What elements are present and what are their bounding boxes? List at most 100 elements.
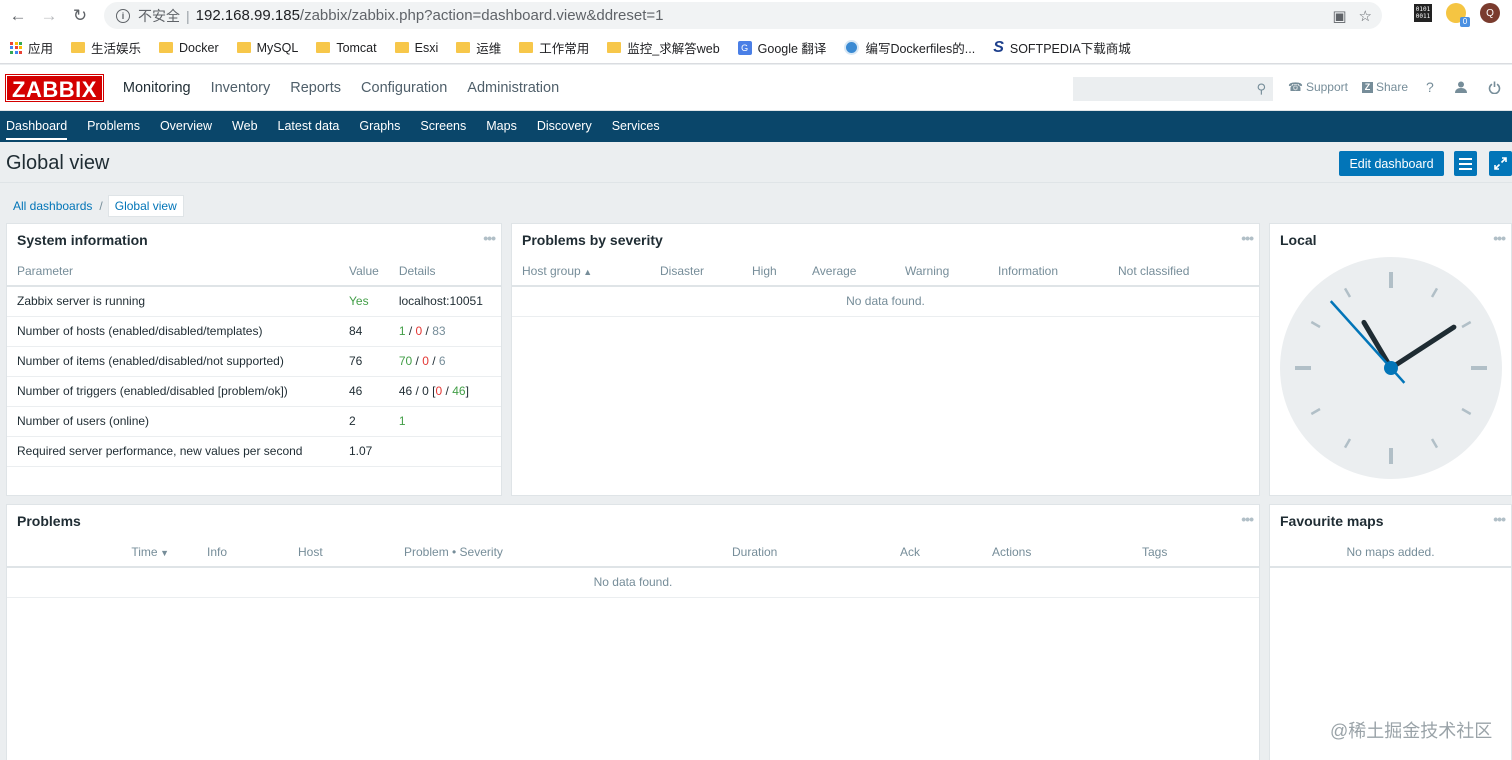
column-header-host-group[interactable]: Host group xyxy=(512,256,650,287)
monitoring-submenu: Dashboard Problems Overview Web Latest d… xyxy=(0,111,1512,142)
column-header: High xyxy=(742,256,802,287)
bookmark-label: 生活娱乐 xyxy=(91,42,142,56)
address-bar[interactable]: i 不安全 | 192.168.99.185/zabbix/zabbix.php… xyxy=(104,2,1382,29)
table-row: No data found. xyxy=(512,286,1259,317)
submenu-services[interactable]: Services xyxy=(612,111,660,142)
submenu-screens[interactable]: Screens xyxy=(420,111,466,142)
details-cell xyxy=(388,436,501,467)
bookmark-softpedia[interactable]: S SOFTPEDIA下载商城 xyxy=(993,38,1131,57)
table-row: No maps added. xyxy=(1270,537,1511,568)
menu-monitoring[interactable]: Monitoring xyxy=(123,80,191,96)
column-header: Details xyxy=(388,256,501,287)
widget-menu-icon[interactable]: ••• xyxy=(1241,511,1254,527)
zabbix-logo[interactable]: ZABBIX xyxy=(5,73,104,102)
column-header-time[interactable]: Time xyxy=(7,537,197,568)
table-row: Number of items (enabled/disabled/not su… xyxy=(7,346,501,377)
bookmarks-bar: 应用 生活娱乐 Docker MySQL Tomcat Esxi 运维 工作常用… xyxy=(0,32,1512,64)
bookmark-dockerfiles[interactable]: 编写Dockerfiles的... xyxy=(844,38,975,57)
bookmark-folder[interactable]: 监控_求解答web xyxy=(607,38,720,57)
maps-table: No maps added. xyxy=(1270,537,1511,568)
share-link[interactable]: Z Share xyxy=(1361,80,1408,94)
widget-problems: Problems ••• Time Info Host Problem • Sev… xyxy=(6,504,1260,760)
extension-icon[interactable]: 0 xyxy=(1446,3,1470,27)
widget-menu-icon[interactable]: ••• xyxy=(1493,230,1506,246)
param-cell: Number of triggers (enabled/disabled [pr… xyxy=(7,376,339,407)
system-info-table: Parameter Value Details Zabbix server is… xyxy=(7,256,501,467)
widget-menu-icon[interactable]: ••• xyxy=(1241,230,1254,246)
zabbix-header: ZABBIX Monitoring Inventory Reports Conf… xyxy=(0,65,1512,111)
search-input[interactable]: ⚲ xyxy=(1073,77,1273,101)
folder-icon xyxy=(71,42,86,53)
column-header: Ack xyxy=(890,537,982,568)
binary-extension-icon[interactable]: 0101 0011 xyxy=(1414,4,1432,22)
sort-descending-label: Time xyxy=(131,545,169,559)
ok-count: 46 xyxy=(452,384,466,398)
bookmark-label: 编写Dockerfiles的... xyxy=(865,42,976,56)
menu-configuration[interactable]: Configuration xyxy=(361,80,447,96)
submenu-discovery[interactable]: Discovery xyxy=(537,111,592,142)
translate-icon[interactable]: ▣ xyxy=(1332,7,1346,25)
submenu-problems[interactable]: Problems xyxy=(87,111,140,142)
bookmark-folder[interactable]: Esxi xyxy=(394,40,439,55)
bookmark-google-translate[interactable]: G Google 翻译 xyxy=(737,38,826,57)
sign-out-icon[interactable] xyxy=(1488,81,1501,94)
submenu-dashboard[interactable]: Dashboard xyxy=(6,111,68,142)
not-supported-count: 6 xyxy=(438,354,446,368)
bookmark-label: 运维 xyxy=(476,42,502,56)
info-icon[interactable]: i xyxy=(116,8,130,23)
submenu-web[interactable]: Web xyxy=(232,111,257,142)
param-cell: Number of items (enabled/disabled/not su… xyxy=(7,346,339,377)
bookmark-folder[interactable]: MySQL xyxy=(236,41,298,55)
menu-inventory[interactable]: Inventory xyxy=(211,80,271,96)
value-cell: 46 xyxy=(339,376,389,407)
search-icon[interactable]: ⚲ xyxy=(1256,81,1266,97)
submenu-overview[interactable]: Overview xyxy=(160,111,212,142)
widget-system-information: System information ••• Parameter Value De… xyxy=(6,223,502,496)
breadcrumb-all-dashboards[interactable]: All dashboards xyxy=(6,199,99,213)
param-cell: Zabbix server is running xyxy=(7,286,339,317)
bookmark-folder[interactable]: 工作常用 xyxy=(519,38,589,57)
user-profile-icon[interactable] xyxy=(1454,80,1468,94)
bookmark-folder[interactable]: Tomcat xyxy=(316,41,377,55)
details-cell: 1 xyxy=(388,406,501,437)
menu-reports[interactable]: Reports xyxy=(290,80,341,96)
main-menu: Monitoring Inventory Reports Configurati… xyxy=(123,80,559,96)
bookmark-star-icon[interactable]: ☆ xyxy=(1359,7,1372,25)
url-path: /zabbix/zabbix.php?action=dashboard.view… xyxy=(299,7,664,24)
support-link[interactable]: ☎ Support xyxy=(1288,80,1348,94)
bookmark-label: SOFTPEDIA下载商城 xyxy=(1009,42,1131,56)
headset-icon: ☎ xyxy=(1288,80,1303,94)
edit-dashboard-button[interactable]: Edit dashboard xyxy=(1339,151,1444,176)
help-icon[interactable]: ? xyxy=(1426,79,1434,95)
widget-problems-by-severity: Problems by severity ••• Host group Disas… xyxy=(511,223,1260,496)
enabled-count: 70 xyxy=(398,354,413,368)
dashboard-actions-button[interactable] xyxy=(1454,151,1477,176)
column-header: Tags xyxy=(1132,537,1259,568)
reload-icon[interactable]: ↻ xyxy=(67,3,93,29)
widget-menu-icon[interactable]: ••• xyxy=(1493,511,1506,527)
table-row: No data found. xyxy=(7,567,1259,598)
widget-menu-icon[interactable]: ••• xyxy=(483,230,496,246)
extension-badge: 0 xyxy=(1460,17,1470,27)
bookmark-apps[interactable]: 应用 xyxy=(10,38,53,57)
details-cell: 1 / 0 / 83 xyxy=(388,316,501,347)
submenu-graphs[interactable]: Graphs xyxy=(359,111,400,142)
table-row: Number of triggers (enabled/disabled [pr… xyxy=(7,376,501,407)
submenu-maps[interactable]: Maps xyxy=(486,111,517,142)
breadcrumb-current[interactable]: Global view xyxy=(107,194,184,217)
sort-ascending-label: Host group xyxy=(522,264,592,278)
bookmark-folder[interactable]: 生活娱乐 xyxy=(71,38,141,57)
submenu-latest-data[interactable]: Latest data xyxy=(278,111,340,142)
bookmark-folder[interactable]: 运维 xyxy=(456,38,501,57)
back-arrow-icon[interactable]: ← xyxy=(5,3,31,29)
widget-title: Problems xyxy=(17,513,81,529)
profile-avatar[interactable]: Q xyxy=(1480,3,1500,23)
column-header: Problem • Severity xyxy=(394,537,722,568)
forward-arrow-icon[interactable]: → xyxy=(36,3,62,29)
bookmark-folder[interactable]: Docker xyxy=(159,41,219,55)
bookmark-label: Esxi xyxy=(414,40,439,55)
no-data-message: No data found. xyxy=(512,286,1259,317)
fullscreen-button[interactable] xyxy=(1489,151,1512,176)
url-separator: | xyxy=(186,7,190,24)
menu-administration[interactable]: Administration xyxy=(467,80,559,96)
